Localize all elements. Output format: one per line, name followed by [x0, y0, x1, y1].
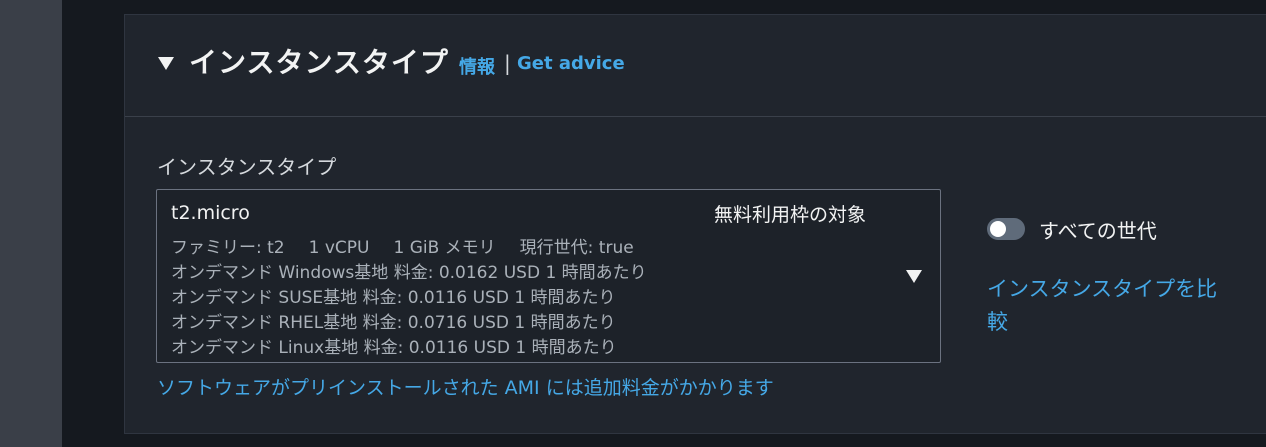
- spec-family: ファミリー: t2: [171, 238, 285, 258]
- all-generations-label: すべての世代: [1039, 219, 1157, 243]
- all-generations-toggle[interactable]: [987, 218, 1025, 240]
- spec-memory: 1 GiB メモリ: [393, 238, 496, 258]
- toggle-knob: [990, 221, 1006, 237]
- pricing-linux: オンデマンド Linux基地 料金: 0.0116 USD 1 時間あたり: [171, 338, 617, 358]
- get-advice-link[interactable]: Get advice: [517, 53, 625, 74]
- spec-generation: 現行世代: true: [519, 238, 634, 258]
- instance-specs: ファミリー: t2 1 vCPU 1 GiB メモリ 現行世代: true: [171, 233, 634, 258]
- instance-type-select[interactable]: t2.micro 無料利用枠の対象 ファミリー: t2 1 vCPU 1 GiB メ…: [156, 189, 941, 363]
- pricing-rhel: オンデマンド RHEL基地 料金: 0.0716 USD 1 時間あたり: [171, 313, 616, 333]
- pricing-windows: オンデマンド Windows基地 料金: 0.0162 USD 1 時間あたり: [171, 263, 647, 283]
- free-tier-badge: 無料利用枠の対象: [714, 204, 867, 226]
- left-nav-strip: [0, 0, 62, 447]
- field-label: インスタンスタイプ: [157, 155, 337, 179]
- compare-instance-types-link[interactable]: インスタンスタイプを比較: [987, 273, 1237, 339]
- panel-header: インスタンスタイプ 情報 | Get advice: [125, 15, 1266, 117]
- link-separator: |: [504, 51, 511, 75]
- spec-vcpu: 1 vCPU: [308, 238, 370, 258]
- collapse-caret-icon[interactable]: [158, 57, 174, 70]
- info-link[interactable]: 情報: [459, 53, 495, 79]
- dropdown-caret-icon[interactable]: [906, 270, 922, 283]
- selected-instance-name: t2.micro: [171, 202, 250, 224]
- pricing-suse: オンデマンド SUSE基地 料金: 0.0116 USD 1 時間あたり: [171, 288, 616, 308]
- section-title: インスタンスタイプ: [189, 46, 449, 79]
- ami-charge-note[interactable]: ソフトウェアがプリインストールされた AMI には追加料金がかかります: [157, 373, 774, 400]
- instance-type-panel: インスタンスタイプ 情報 | Get advice インスタンスタイプ t2.m…: [124, 14, 1266, 434]
